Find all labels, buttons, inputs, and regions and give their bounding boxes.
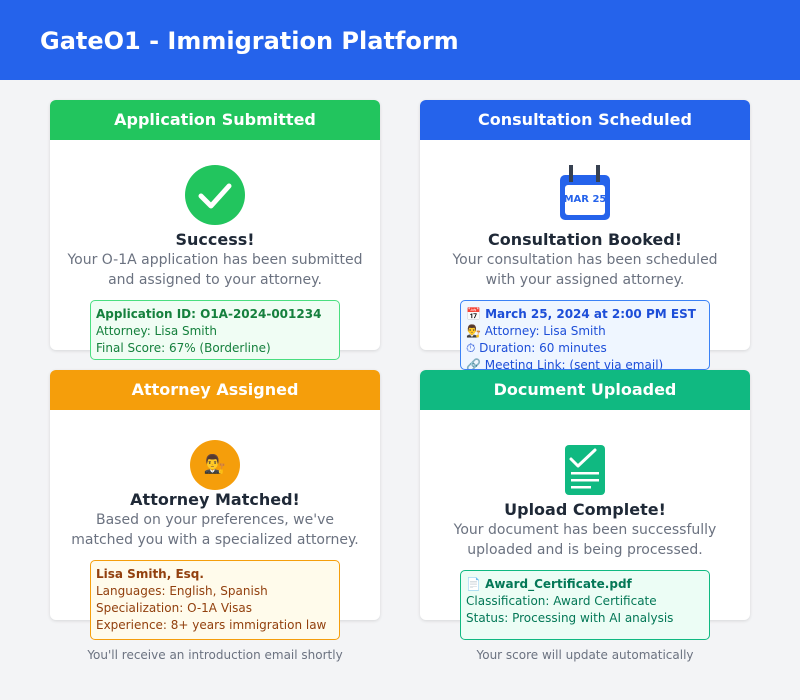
attorney-languages: Languages: English, Spanish bbox=[96, 584, 268, 598]
application-info-box: Application ID: O1A-2024-001234 Attorney… bbox=[90, 300, 340, 360]
attorney-full-name: Lisa Smith, Esq. bbox=[96, 567, 204, 581]
document-info-box: 📄 Award_Certificate.pdf Classification: … bbox=[460, 570, 710, 640]
document-status: Status: Processing with AI analysis bbox=[466, 611, 674, 625]
card-desc-line1: Your O-1A application has been submitted bbox=[67, 252, 363, 268]
check-circle-icon bbox=[185, 165, 245, 225]
attorney-name: Attorney: Lisa Smith bbox=[96, 324, 217, 338]
card-header: Consultation Scheduled bbox=[420, 100, 750, 140]
card-title: Upload Complete! bbox=[504, 500, 666, 519]
card-header: Application Submitted bbox=[50, 100, 380, 140]
app-title: GateO1 - Immigration Platform bbox=[40, 27, 459, 55]
card-desc-line2: and assigned to your attorney. bbox=[108, 272, 322, 288]
card-desc-line1: Your document has been successfully bbox=[453, 522, 717, 538]
attorney-icon: 👨‍⚖️ bbox=[190, 440, 240, 490]
card-desc-line1: Your consultation has been scheduled bbox=[452, 252, 718, 268]
attorney-specialization: Specialization: O-1A Visas bbox=[96, 601, 252, 615]
card-title: Success! bbox=[175, 230, 255, 249]
consultation-info-box: 📅 March 25, 2024 at 2:00 PM EST 👨‍⚖️ Att… bbox=[460, 300, 710, 370]
consultation-datetime: 📅 March 25, 2024 at 2:00 PM EST bbox=[466, 307, 696, 321]
top-bar: GateO1 - Immigration Platform bbox=[0, 0, 800, 80]
card-desc-line2: uploaded and is being processed. bbox=[467, 542, 703, 558]
consultation-attorney: 👨‍⚖️ Attorney: Lisa Smith bbox=[466, 324, 606, 338]
card-desc-line1: Based on your preferences, we've bbox=[96, 512, 334, 528]
document-filename: 📄 Award_Certificate.pdf bbox=[466, 577, 632, 591]
attorney-footer-note: You'll receive an introduction email sho… bbox=[87, 648, 343, 662]
document-check-icon bbox=[565, 445, 605, 495]
attorney-info-box: Lisa Smith, Esq. Languages: English, Spa… bbox=[90, 560, 340, 640]
document-classification: Classification: Award Certificate bbox=[466, 594, 657, 608]
card-header: Attorney Assigned bbox=[50, 370, 380, 410]
calendar-icon: MAR 25 bbox=[560, 165, 610, 220]
meeting-link[interactable]: 🔗 Meeting Link: (sent via email) bbox=[466, 357, 704, 369]
consultation-duration: ⏱ Duration: 60 minutes bbox=[466, 341, 607, 355]
card-header: Document Uploaded bbox=[420, 370, 750, 410]
card-desc-line2: with your assigned attorney. bbox=[485, 272, 685, 288]
calendar-date-text: MAR 25 bbox=[563, 194, 607, 205]
attorney-experience: Experience: 8+ years immigration law bbox=[96, 618, 327, 632]
card-title: Attorney Matched! bbox=[130, 490, 300, 509]
card-desc-line2: matched you with a specialized attorney. bbox=[71, 532, 359, 548]
document-footer-note: Your score will update automatically bbox=[476, 648, 694, 662]
final-score: Final Score: 67% (Borderline) bbox=[96, 341, 271, 355]
application-id: Application ID: O1A-2024-001234 bbox=[96, 307, 322, 321]
card-title: Consultation Booked! bbox=[487, 230, 683, 249]
